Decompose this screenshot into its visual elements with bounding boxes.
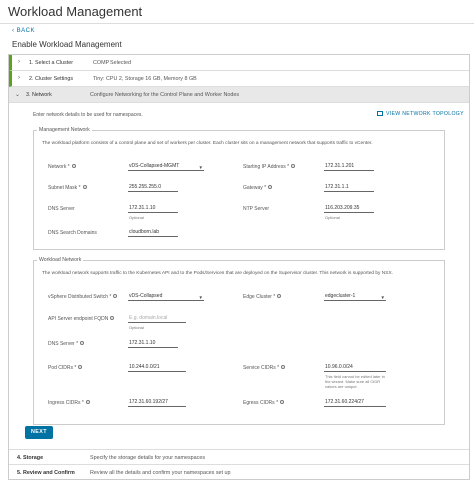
edge-select-value: edgecluster-1: [325, 293, 356, 299]
management-legend: Management Network: [37, 127, 92, 133]
step-desc: Review all the details and confirm your …: [90, 470, 231, 476]
ntp-server-input[interactable]: 116.203.209.35: [324, 204, 374, 213]
back-label: BACK: [16, 28, 36, 34]
chevron-down-icon: ⌄: [15, 92, 21, 98]
workload-legend: Workload Network: [37, 257, 84, 263]
info-icon: [268, 185, 273, 189]
view-topology-link[interactable]: VIEW NETWORK TOPOLOGY: [377, 111, 464, 117]
caret-down-icon: ▼: [198, 295, 203, 300]
info-icon: [71, 164, 76, 168]
dns-search-label: DNS Search Domains: [48, 230, 97, 236]
info-icon: [291, 164, 296, 168]
pod-cidrs-input[interactable]: 10.244.0.0/21: [128, 363, 186, 372]
subnet-mask-label: Subnet Mask *: [48, 185, 87, 191]
wizard: › 1. Select a Cluster COMP Selected › 2.…: [8, 54, 470, 480]
info-icon: [277, 294, 282, 298]
management-description: The workload platform consists of a cont…: [42, 141, 373, 146]
step-desc: Configure Networking for the Control Pla…: [90, 92, 240, 98]
gateway-label: Gateway *: [243, 185, 273, 191]
info-icon: [281, 365, 286, 369]
pod-cidrs-label: Pod CIDRs *: [48, 365, 83, 371]
network-intro: Enter network details to be used for nam…: [33, 112, 143, 118]
next-button[interactable]: NEXT: [25, 426, 53, 439]
step-storage[interactable]: 4. Storage Specify the storage details f…: [9, 449, 469, 465]
title-bar: Workload Management: [0, 0, 474, 24]
workload-dns-label: DNS Server *: [48, 341, 85, 347]
step-review-confirm[interactable]: 5. Review and Confirm Review all the det…: [9, 465, 469, 481]
network-select[interactable]: vDS-Collapsed-MGMT ▼: [128, 162, 204, 171]
ntp-optional-hint: Optional: [325, 215, 340, 220]
info-icon: [82, 185, 87, 189]
edge-cluster-select[interactable]: edgecluster-1 ▼: [324, 292, 386, 301]
dns-server-input[interactable]: 172.31.1.10: [128, 204, 178, 213]
step-cluster-settings[interactable]: › 2. Cluster Settings Tiny: CPU 2, Stora…: [9, 71, 469, 87]
subnet-mask-input[interactable]: 255.255.255.0: [128, 183, 178, 192]
caret-down-icon: ▼: [198, 165, 203, 170]
info-icon: [280, 400, 285, 404]
edge-cluster-label: Edge Cluster *: [243, 294, 282, 300]
step-network[interactable]: ⌄ 3. Network Configure Networking for th…: [9, 87, 469, 103]
chevron-right-icon: ›: [18, 75, 20, 81]
fqdn-label: API Server endpoint FQDN: [48, 316, 115, 322]
network-label: Network *: [48, 164, 76, 170]
dns-search-input[interactable]: cloudborn.lab: [128, 228, 178, 237]
ingress-cidrs-input[interactable]: 172.31.60.192/27: [128, 398, 186, 407]
step-name: 2. Cluster Settings: [29, 76, 74, 82]
info-icon: [78, 365, 83, 369]
step-name: 1. Select a Cluster: [29, 60, 74, 66]
info-icon: [110, 316, 115, 320]
service-cidrs-input[interactable]: 10.96.0.0/24: [324, 363, 386, 372]
egress-cidrs-label: Egress CIDRs *: [243, 400, 285, 406]
fqdn-input[interactable]: E.g. domain.local: [128, 314, 186, 323]
topology-icon: [377, 111, 383, 116]
workload-network-group: Workload Network The workload network su…: [33, 257, 445, 425]
ingress-cidrs-label: Ingress CIDRs *: [48, 400, 90, 406]
info-icon: [85, 400, 90, 404]
page-title: Enable Workload Management: [12, 40, 122, 49]
topology-label: VIEW NETWORK TOPOLOGY: [386, 111, 464, 117]
network-section: Enter network details to be used for nam…: [9, 103, 469, 439]
caret-down-icon: ▼: [380, 295, 385, 300]
service-cidrs-hint: This field cannot be edited later in the…: [325, 374, 385, 389]
dns-server-label: DNS Server: [48, 206, 75, 212]
starting-ip-input[interactable]: 172.31.1.201: [324, 162, 374, 171]
step-name: 4. Storage: [17, 455, 44, 461]
gateway-input[interactable]: 172.31.1.1: [324, 183, 374, 192]
step-name: 3. Network: [26, 92, 52, 98]
service-cidrs-label: Service CIDRs *: [243, 365, 286, 371]
dns-optional-hint: Optional: [129, 215, 144, 220]
workload-dns-input[interactable]: 172.31.1.10: [128, 339, 178, 348]
workload-description: The workload network supports traffic to…: [42, 271, 393, 276]
info-icon: [80, 341, 85, 345]
ntp-server-label: NTP Server: [243, 206, 270, 212]
chevron-right-icon: ›: [18, 59, 20, 65]
vds-label: vSphere Distributed Switch *: [48, 294, 118, 300]
egress-cidrs-input[interactable]: 172.31.60.224/27: [324, 398, 386, 407]
step-desc: Specify the storage details for your nam…: [90, 455, 206, 461]
step-select-cluster[interactable]: › 1. Select a Cluster COMP Selected: [9, 55, 469, 71]
management-network-group: Management Network The workload platform…: [33, 127, 445, 250]
vds-select[interactable]: vDS-Collapsed ▼: [128, 292, 204, 301]
network-select-value: vDS-Collapsed-MGMT: [129, 163, 180, 169]
info-icon: [113, 294, 118, 298]
starting-ip-label: Starting IP Address *: [243, 164, 296, 170]
fqdn-optional-hint: Optional: [129, 325, 144, 330]
step-desc-status: Selected: [110, 60, 131, 66]
vds-select-value: vDS-Collapsed: [129, 293, 163, 299]
step-desc: COMP: [93, 60, 110, 66]
step-desc: Tiny: CPU 2, Storage 16 GB, Memory 8 GB: [93, 76, 197, 82]
window-title: Workload Management: [8, 4, 143, 19]
back-link[interactable]: ‹ BACK: [12, 28, 35, 34]
step-name: 5. Review and Confirm: [17, 470, 75, 476]
